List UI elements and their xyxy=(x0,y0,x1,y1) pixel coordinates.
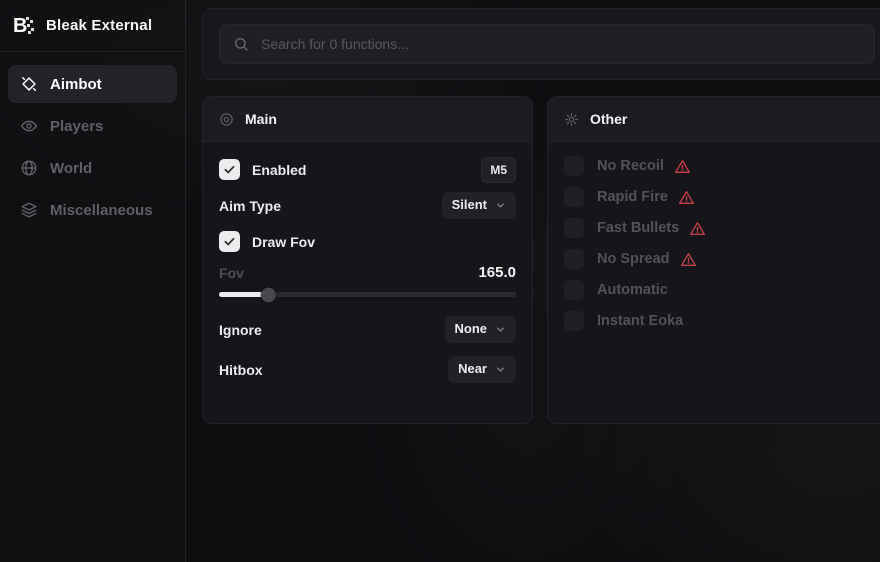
gear-icon xyxy=(564,112,579,127)
draw-fov-row: Draw Fov xyxy=(219,228,516,255)
warning-icon xyxy=(678,189,695,206)
other-row-rapid-fire: Rapid Fire xyxy=(564,187,875,207)
sidebar-item-aimbot[interactable]: Aimbot xyxy=(8,65,177,103)
hitbox-row: Hitbox Near xyxy=(219,356,516,383)
keybind-badge[interactable]: M5 xyxy=(481,157,516,183)
sidebar-item-miscellaneous[interactable]: Miscellaneous xyxy=(8,191,177,229)
layers-icon xyxy=(20,201,38,219)
sidebar-item-label: Aimbot xyxy=(50,76,102,93)
other-row-automatic: Automatic xyxy=(564,280,875,300)
row-checkbox[interactable] xyxy=(564,218,584,238)
sidebar-item-label: Miscellaneous xyxy=(50,202,153,219)
aim-type-select[interactable]: Silent xyxy=(442,192,516,218)
other-panel: Other No Recoil xyxy=(547,96,880,424)
row-label: Instant Eoka xyxy=(597,313,683,329)
search-panel xyxy=(202,8,880,80)
row-label: Automatic xyxy=(597,282,668,298)
row-checkbox[interactable] xyxy=(564,156,584,176)
enabled-label: Enabled xyxy=(252,162,306,178)
fov-value: 165.0 xyxy=(478,264,516,281)
aim-type-value: Silent xyxy=(452,198,487,212)
other-row-no-spread: No Spread xyxy=(564,249,875,269)
row-checkbox[interactable] xyxy=(564,311,584,331)
main-panel-title: Main xyxy=(245,111,277,127)
search-input[interactable] xyxy=(261,36,861,52)
search-box xyxy=(219,24,875,64)
sidebar-item-world[interactable]: World xyxy=(8,149,177,187)
chevron-down-icon xyxy=(495,324,506,335)
app-logo-icon: B xyxy=(13,16,35,36)
eye-icon xyxy=(20,117,38,135)
check-icon xyxy=(223,163,236,176)
hitbox-select[interactable]: Near xyxy=(448,356,516,382)
sidebar-nav: Aimbot Players xyxy=(0,52,185,242)
other-row-fast-bullets: Fast Bullets xyxy=(564,218,875,238)
other-panel-title: Other xyxy=(590,111,627,127)
warning-icon xyxy=(689,220,706,237)
target-icon xyxy=(219,112,234,127)
other-row-no-recoil: No Recoil xyxy=(564,156,875,176)
chevron-down-icon xyxy=(495,200,506,211)
sidebar-item-label: World xyxy=(50,160,92,177)
fov-slider-track[interactable] xyxy=(219,292,516,297)
app-title: Bleak External xyxy=(46,17,152,34)
search-icon xyxy=(233,36,249,52)
fov-row: Fov 165.0 xyxy=(219,264,516,281)
chevron-down-icon xyxy=(495,364,506,375)
fov-slider[interactable] xyxy=(219,287,516,302)
ignore-label: Ignore xyxy=(219,322,262,338)
fov-label: Fov xyxy=(219,265,244,281)
content-area: Main Enabled M5 Aim Type xyxy=(187,0,880,562)
hitbox-value: Near xyxy=(458,362,487,376)
crosshair-icon xyxy=(20,75,38,93)
app-window: B Bleak External Aimbot xyxy=(0,0,880,562)
sidebar: B Bleak External Aimbot xyxy=(0,0,186,562)
enabled-checkbox[interactable] xyxy=(219,159,240,180)
other-panel-header: Other xyxy=(548,97,880,142)
row-label: Fast Bullets xyxy=(597,220,679,236)
draw-fov-label: Draw Fov xyxy=(252,234,315,250)
aim-type-label: Aim Type xyxy=(219,198,281,214)
warning-icon xyxy=(674,158,691,175)
sidebar-header: B Bleak External xyxy=(0,0,185,52)
hitbox-label: Hitbox xyxy=(219,362,263,378)
warning-icon xyxy=(680,251,697,268)
draw-fov-checkbox[interactable] xyxy=(219,231,240,252)
row-checkbox[interactable] xyxy=(564,187,584,207)
fov-slider-fill xyxy=(219,292,269,297)
ignore-select[interactable]: None xyxy=(445,316,517,342)
sidebar-item-players[interactable]: Players xyxy=(8,107,177,145)
row-label: No Recoil xyxy=(597,158,664,174)
globe-icon xyxy=(20,159,38,177)
aim-type-row: Aim Type Silent xyxy=(219,192,516,219)
other-row-instant-eoka: Instant Eoka xyxy=(564,311,875,331)
enabled-row: Enabled M5 xyxy=(219,156,516,183)
row-checkbox[interactable] xyxy=(564,280,584,300)
ignore-row: Ignore None xyxy=(219,316,516,343)
main-panel-header: Main xyxy=(203,97,532,142)
other-panel-body: No Recoil Rapid Fire xyxy=(548,142,880,331)
main-panel-body: Enabled M5 Aim Type Silent xyxy=(203,142,532,383)
row-label: Rapid Fire xyxy=(597,189,668,205)
check-icon xyxy=(223,235,236,248)
ignore-value: None xyxy=(455,322,488,336)
row-checkbox[interactable] xyxy=(564,249,584,269)
fov-slider-thumb[interactable] xyxy=(261,287,276,302)
main-panel: Main Enabled M5 Aim Type xyxy=(202,96,533,424)
row-label: No Spread xyxy=(597,251,670,267)
sidebar-item-label: Players xyxy=(50,118,103,135)
